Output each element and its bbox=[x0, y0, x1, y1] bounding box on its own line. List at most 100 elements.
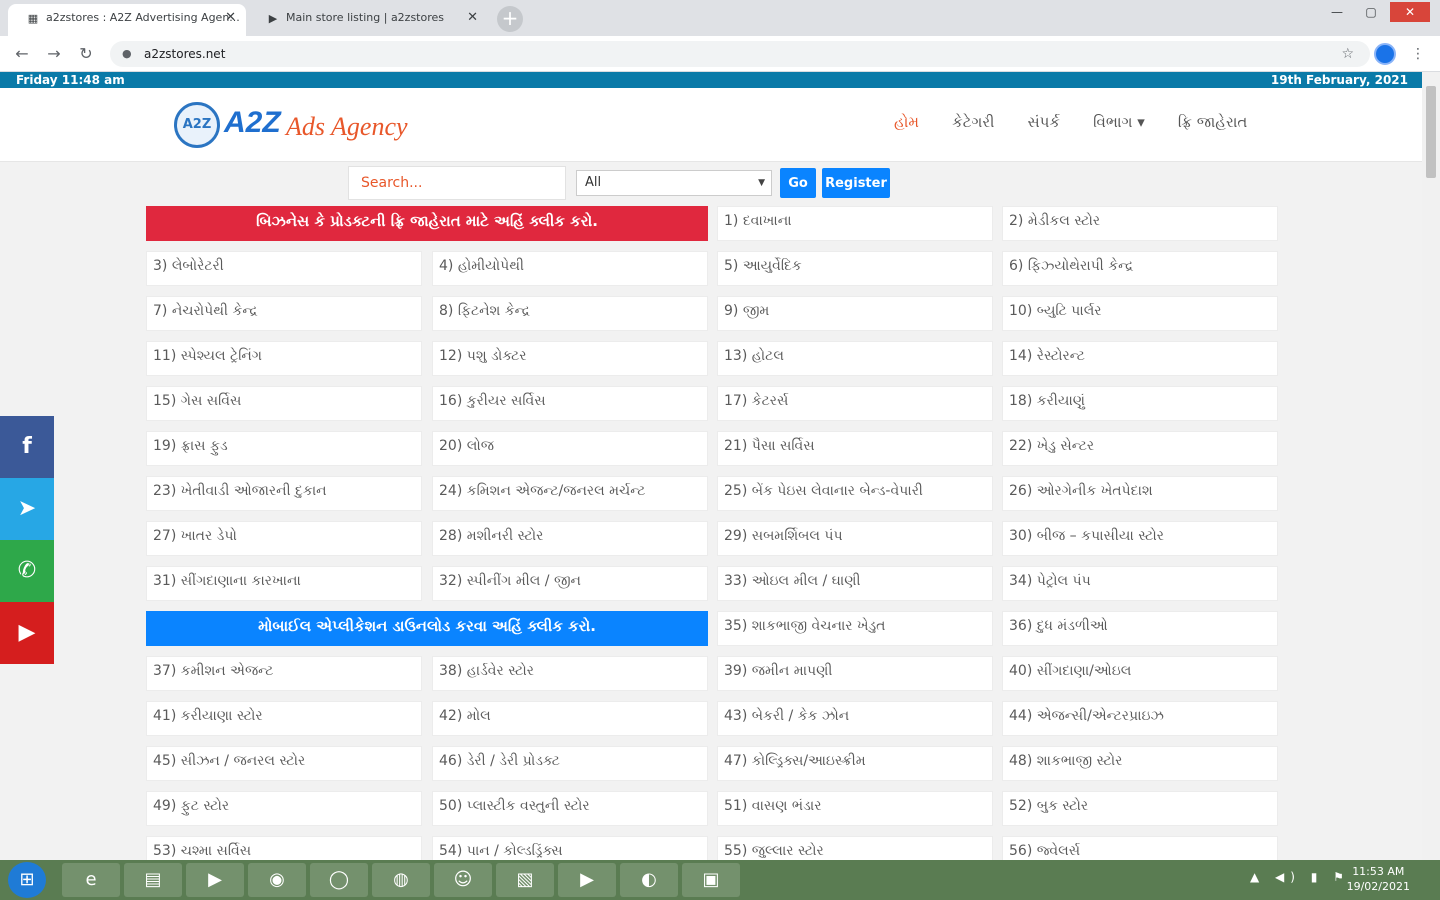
telegram-icon[interactable]: ➤ bbox=[0, 478, 54, 540]
category-link[interactable]: 23) ખેતીવાડી ઓજારની દુકાન bbox=[146, 476, 422, 511]
category-link[interactable]: 43) બેકરી / કેક ઝોન bbox=[717, 701, 993, 736]
logo-badge[interactable]: A2Z bbox=[174, 102, 220, 148]
category-link[interactable]: 13) હોટલ bbox=[717, 341, 993, 376]
category-link[interactable]: 41) કરીયાણા સ્ટોર bbox=[146, 701, 422, 736]
register-button[interactable]: Register bbox=[822, 168, 890, 198]
maximize-button[interactable]: ▢ bbox=[1356, 2, 1386, 22]
go-button[interactable]: Go bbox=[780, 168, 816, 198]
category-link[interactable]: 48) શાકભાજી સ્ટોર bbox=[1002, 746, 1278, 781]
category-link[interactable]: 46) ડેરી / ડેરી પ્રોડક્ટ bbox=[432, 746, 708, 781]
category-select[interactable]: All ▼ bbox=[576, 170, 772, 196]
category-link[interactable]: 17) કેટરર્સ bbox=[717, 386, 993, 421]
category-link[interactable]: 20) લોજ bbox=[432, 431, 708, 466]
forward-arrow-icon[interactable]: → bbox=[44, 44, 64, 64]
category-link[interactable]: 21) પૈસા સર્વિસ bbox=[717, 431, 993, 466]
category-link[interactable]: 28) મશીનરી સ્ટોર bbox=[432, 521, 708, 556]
search-input[interactable] bbox=[348, 166, 566, 200]
category-link[interactable]: 27) ખાતર ડેપો bbox=[146, 521, 422, 556]
logo-brand[interactable]: A2Z bbox=[224, 106, 281, 140]
clock[interactable]: 11:53 AM 19/02/2021 bbox=[1347, 864, 1410, 894]
category-link[interactable]: 45) સીઝન / જનરલ સ્ટોર bbox=[146, 746, 422, 781]
taskbar-app-icon[interactable]: ▧ bbox=[496, 863, 554, 897]
category-link[interactable]: 40) સીંગદાણા/ઓઇલ bbox=[1002, 656, 1278, 691]
taskbar-app-icon[interactable]: ◐ bbox=[620, 863, 678, 897]
category-link[interactable]: 8) ફિટનેશ કેન્દ્ર bbox=[432, 296, 708, 331]
browser-tab-active[interactable]: ▦ a2zstores : A2Z Advertising Agen... ✕ bbox=[8, 4, 246, 36]
category-link[interactable]: 35) શાકભાજી વેચનાર ખેડુત bbox=[717, 611, 993, 646]
category-link[interactable]: 2) મેડીકલ સ્ટોર bbox=[1002, 206, 1278, 241]
taskbar-app-icon[interactable]: ◍ bbox=[372, 863, 430, 897]
category-link[interactable]: 19) ફ્રાસ ફુડ bbox=[146, 431, 422, 466]
category-link[interactable]: 11) સ્પેશ્યલ ટ્રેનિંગ bbox=[146, 341, 422, 376]
category-link[interactable]: 30) બીજ – કપાસીયા સ્ટોર bbox=[1002, 521, 1278, 556]
category-link[interactable]: 6) ફિઝ્યોથેરાપી કેન્દ્ર bbox=[1002, 251, 1278, 286]
category-link[interactable]: 32) સ્પીનીંગ મીલ / જીન bbox=[432, 566, 708, 601]
profile-avatar[interactable] bbox=[1374, 43, 1396, 65]
category-link[interactable]: 26) ઓરગેનીક ખેતપેદાશ bbox=[1002, 476, 1278, 511]
taskbar-app-icon[interactable]: e bbox=[62, 863, 120, 897]
new-tab-button[interactable]: + bbox=[497, 6, 523, 32]
taskbar-app-icon[interactable]: ▣ bbox=[682, 863, 740, 897]
minimize-button[interactable]: — bbox=[1322, 2, 1352, 22]
tray-icons[interactable]: ▲ ◀) ▮ ⚑ bbox=[1250, 870, 1350, 884]
nav-section-dropdown[interactable]: વિભાગ ▾ bbox=[1093, 113, 1145, 131]
category-link[interactable]: 56) જ્વેલર્સ bbox=[1002, 836, 1278, 860]
youtube-icon[interactable]: ▶ bbox=[0, 602, 54, 664]
category-link[interactable]: 5) આયુર્વેદિક bbox=[717, 251, 993, 286]
page-scrollbar[interactable] bbox=[1422, 72, 1440, 860]
category-link[interactable]: 1) દવાખાના bbox=[717, 206, 993, 241]
category-link[interactable]: 9) જીમ bbox=[717, 296, 993, 331]
start-button[interactable]: ⊞ bbox=[8, 862, 46, 898]
category-link[interactable]: 24) કમિશન એજન્ટ/જનરલ મર્ચન્ટ bbox=[432, 476, 708, 511]
taskbar-app-icon[interactable]: ◯ bbox=[310, 863, 368, 897]
taskbar-app-icon[interactable]: ◉ bbox=[248, 863, 306, 897]
category-link[interactable]: 34) પેટ્રોલ પંપ bbox=[1002, 566, 1278, 601]
nav-contact[interactable]: સંપર્ક bbox=[1028, 113, 1060, 131]
browser-tab[interactable]: ▶ Main store listing | a2zstores ✕ bbox=[248, 4, 488, 36]
category-link[interactable]: 15) ગેસ સર્વિસ bbox=[146, 386, 422, 421]
browser-menu-icon[interactable]: ⋮ bbox=[1408, 44, 1428, 64]
category-link[interactable]: 44) એજન્સી/એન્ટરપ્રાઇઝ bbox=[1002, 701, 1278, 736]
free-ad-banner-button[interactable]: બિઝનેસ કે પ્રોડક્ટની ફ્રિ જાહેરાત માટે અ… bbox=[146, 206, 708, 241]
category-link[interactable]: 54) પાન / કોલ્ડડ્રિંક્સ bbox=[432, 836, 708, 860]
category-link[interactable]: 29) સબમર્શિબલ પંપ bbox=[717, 521, 993, 556]
category-link[interactable]: 33) ઓઇલ મીલ / ઘાણી bbox=[717, 566, 993, 601]
category-link[interactable]: 12) પશુ ડોક્ટર bbox=[432, 341, 708, 376]
category-link[interactable]: 36) દુધ મંડળીઓ bbox=[1002, 611, 1278, 646]
category-link[interactable]: 10) બ્યુટિ પાર્લર bbox=[1002, 296, 1278, 331]
scrollbar-thumb[interactable] bbox=[1426, 86, 1436, 178]
logo-tagline[interactable]: Ads Agency bbox=[286, 112, 408, 142]
tab-close-icon[interactable]: ✕ bbox=[467, 4, 478, 32]
nav-category[interactable]: કેટેગરી bbox=[952, 113, 994, 131]
taskbar-app-icon[interactable]: ▶ bbox=[186, 863, 244, 897]
category-link[interactable]: 31) સીંગદાણાના કારખાના bbox=[146, 566, 422, 601]
category-link[interactable]: 52) બુક સ્ટોર bbox=[1002, 791, 1278, 826]
reload-icon[interactable]: ↻ bbox=[76, 44, 96, 64]
category-link[interactable]: 25) બેંક પેઇસ લેવાનાર બેન્ડ-વેપારી bbox=[717, 476, 993, 511]
category-link[interactable]: 4) હોમીયોપેથી bbox=[432, 251, 708, 286]
category-link[interactable]: 42) મોલ bbox=[432, 701, 708, 736]
back-arrow-icon[interactable]: ← bbox=[12, 44, 32, 64]
category-link[interactable]: 39) જમીન માપણી bbox=[717, 656, 993, 691]
close-window-button[interactable]: ✕ bbox=[1390, 2, 1430, 22]
category-link[interactable]: 49) ફુટ સ્ટોર bbox=[146, 791, 422, 826]
category-link[interactable]: 55) જુલ્લાર સ્ટોર bbox=[717, 836, 993, 860]
category-link[interactable]: 22) ખેડુ સેન્ટર bbox=[1002, 431, 1278, 466]
taskbar-app-icon[interactable]: ▤ bbox=[124, 863, 182, 897]
category-link[interactable]: 53) ચશ્મા સર્વિસ bbox=[146, 836, 422, 860]
category-link[interactable]: 18) કરીયાણું bbox=[1002, 386, 1278, 421]
category-link[interactable]: 14) રેસ્ટોરન્ટ bbox=[1002, 341, 1278, 376]
taskbar-app-icon[interactable]: ☺ bbox=[434, 863, 492, 897]
tab-close-icon[interactable]: ✕ bbox=[225, 4, 236, 32]
nav-free-ad[interactable]: ફ્રિ જાહેરાત bbox=[1178, 113, 1247, 131]
category-link[interactable]: 38) હાર્ડવેર સ્ટોર bbox=[432, 656, 708, 691]
category-link[interactable]: 47) કોલ્ડ્રિક્સ/આઇસ્ક્રીમ bbox=[717, 746, 993, 781]
category-link[interactable]: 16) કુરીયર સર્વિસ bbox=[432, 386, 708, 421]
bookmark-star-icon[interactable]: ☆ bbox=[1341, 41, 1354, 67]
url-field[interactable]: ● a2zstores.net ☆ bbox=[110, 41, 1370, 67]
category-link[interactable]: 50) પ્લાસ્ટીક વસ્તુની સ્ટોર bbox=[432, 791, 708, 826]
app-download-banner-button[interactable]: મોબાઈલ એપ્લીકેશન ડાઉનલોડ કરવા અહિં ક્લીક… bbox=[146, 611, 708, 646]
whatsapp-icon[interactable]: ✆ bbox=[0, 540, 54, 602]
category-link[interactable]: 37) કમીશન એજન્ટ bbox=[146, 656, 422, 691]
facebook-icon[interactable]: f bbox=[0, 416, 54, 478]
